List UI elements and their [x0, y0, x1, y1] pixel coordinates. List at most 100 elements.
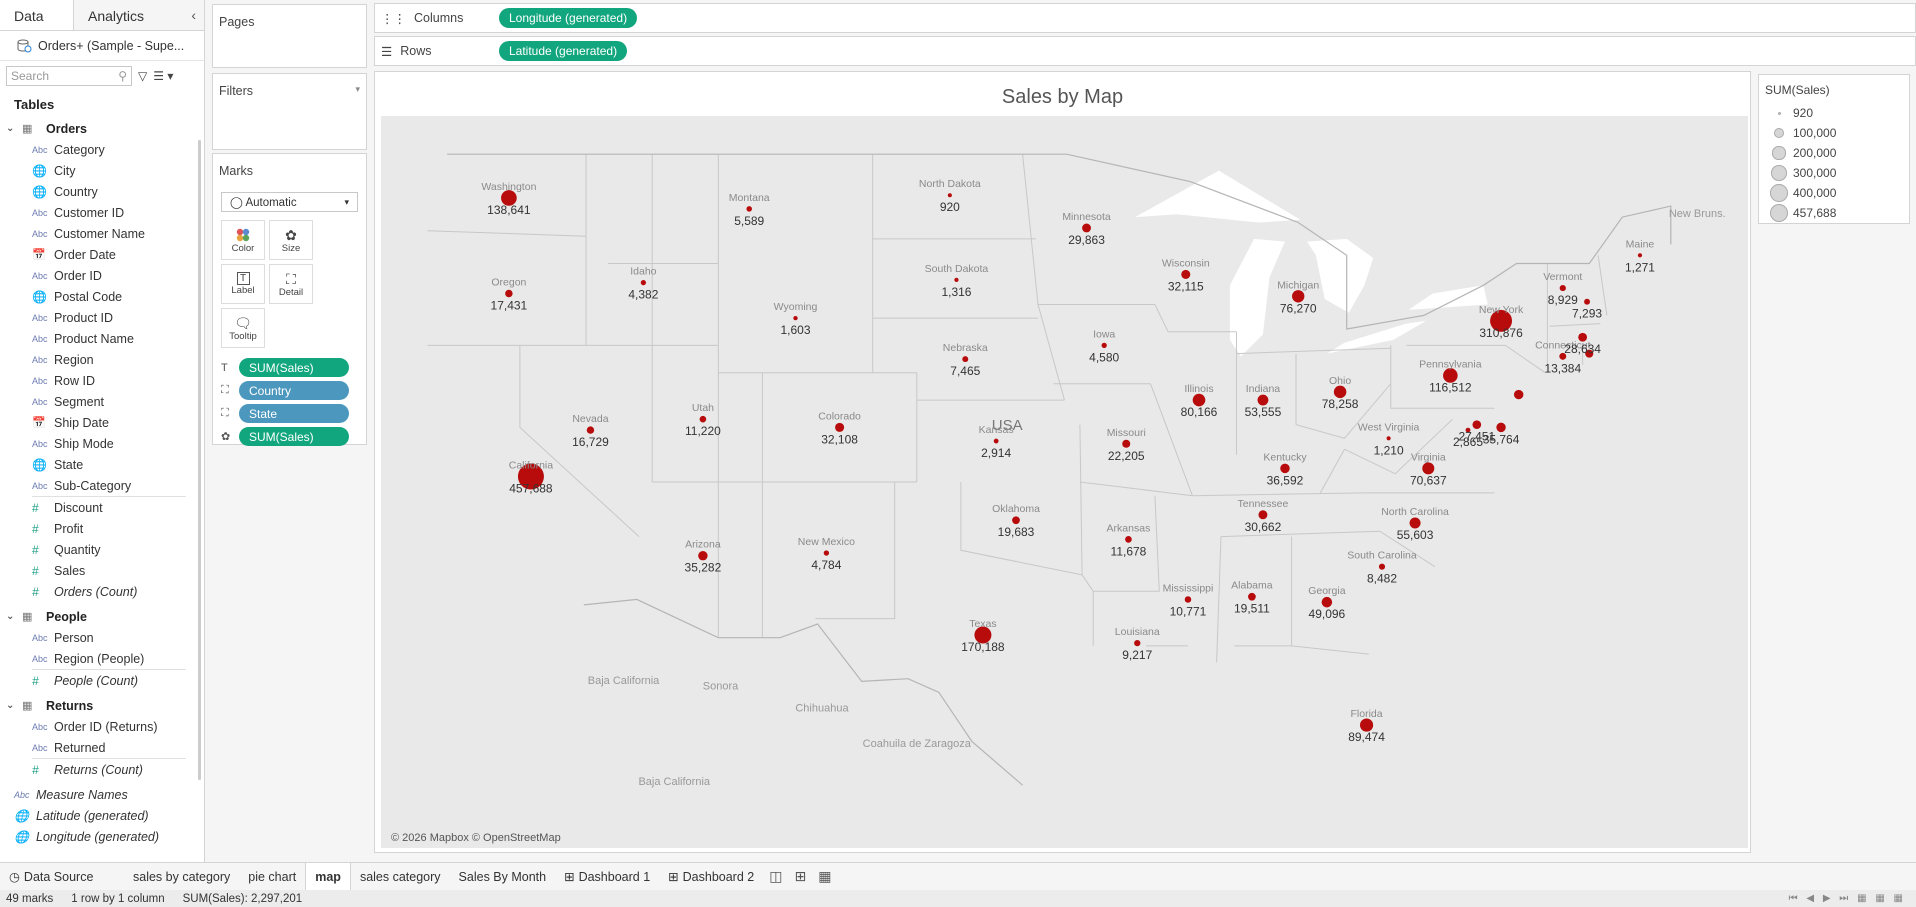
- state-mark-kentucky[interactable]: [1280, 463, 1290, 474]
- field-city[interactable]: 🌐 City: [0, 160, 204, 181]
- field-customer-id[interactable]: Abc Customer ID: [0, 202, 204, 223]
- sheet-tab-map[interactable]: map: [305, 862, 351, 891]
- rows-pill[interactable]: Latitude (generated): [499, 41, 628, 61]
- state-mark-north-dakota[interactable]: [947, 193, 952, 198]
- state-mark-arizona[interactable]: [698, 551, 708, 561]
- state-mark-alabama[interactable]: [1248, 592, 1256, 601]
- sheet-tab-sales-by-category[interactable]: sales by category: [124, 863, 239, 891]
- rows-shelf[interactable]: ☰ Rows Latitude (generated): [374, 36, 1916, 66]
- state-mark-tennessee[interactable]: [1258, 510, 1268, 520]
- state-mark-utah[interactable]: [699, 415, 707, 423]
- field-country[interactable]: 🌐 Country: [0, 181, 204, 202]
- map-attribution[interactable]: © 2026 Mapbox © OpenStreetMap: [391, 832, 561, 844]
- state-mark-colorado[interactable]: [835, 422, 845, 432]
- field-profit[interactable]: # Profit: [0, 518, 204, 539]
- field-ship-mode[interactable]: Abc Ship Mode: [0, 433, 204, 454]
- field-latitude-generated[interactable]: 🌐 Latitude (generated): [0, 805, 204, 826]
- field-discount[interactable]: # Discount: [0, 497, 204, 518]
- legend-item[interactable]: 100,000: [1759, 123, 1909, 143]
- pill-country[interactable]: Country: [239, 381, 349, 400]
- map-canvas[interactable]: USA Baja California Sonora Chihuahua Coahuil…: [381, 116, 1748, 848]
- tooltip-button[interactable]: 🗨 Tooltip: [221, 308, 265, 348]
- field-order-id-returns[interactable]: Abc Order ID (Returns): [0, 716, 204, 737]
- state-mark-georgia[interactable]: [1321, 596, 1333, 608]
- state-mark-montana[interactable]: [746, 206, 752, 212]
- field-sub-category[interactable]: Abc Sub-Category: [0, 475, 204, 496]
- state-mark-nevada[interactable]: [586, 426, 595, 434]
- label-button[interactable]: T Label: [221, 264, 265, 304]
- state-mark-north-carolina[interactable]: [1409, 517, 1421, 529]
- state-mark-minnesota[interactable]: [1082, 223, 1091, 233]
- field-row-id[interactable]: Abc Row ID: [0, 370, 204, 391]
- state-mark-nebraska[interactable]: [962, 356, 969, 363]
- state-mark-mississippi[interactable]: [1184, 596, 1192, 603]
- sheet-tab-sales-by-month[interactable]: Sales By Month: [450, 863, 556, 891]
- field-longitude-generated[interactable]: 🌐 Longitude (generated): [0, 826, 204, 847]
- field-returned[interactable]: Abc Returned: [0, 737, 204, 758]
- columns-shelf[interactable]: ⋮⋮ Columns Longitude (generated): [374, 3, 1916, 33]
- legend-item[interactable]: 400,000: [1759, 183, 1909, 203]
- collapse-pane-icon[interactable]: ‹: [183, 0, 204, 30]
- state-mark-oklahoma[interactable]: [1012, 516, 1020, 525]
- field-category[interactable]: Abc Category: [0, 139, 204, 160]
- field-product-id[interactable]: Abc Product ID: [0, 307, 204, 328]
- field-returns-count[interactable]: # Returns (Count): [0, 759, 204, 780]
- new-worksheet-icon[interactable]: ◫: [763, 868, 788, 885]
- state-mark-louisiana[interactable]: [1134, 640, 1141, 647]
- filter-icon[interactable]: ▽: [138, 69, 147, 83]
- search-field[interactable]: ⚲: [6, 66, 132, 86]
- map-svg[interactable]: USABaja California SonoraChihuahuaCoahuil…: [381, 116, 1748, 848]
- view-title[interactable]: Sales by Map: [375, 86, 1750, 109]
- size-legend[interactable]: SUM(Sales) 920 100,000 200,000 300,000 400,0…: [1758, 74, 1910, 224]
- color-button[interactable]: Color: [221, 220, 265, 260]
- field-sales[interactable]: # Sales: [0, 560, 204, 581]
- table-orders[interactable]: ⌄ ▦ Orders: [0, 118, 204, 139]
- sheet-tab-sales-category[interactable]: sales category: [351, 863, 450, 891]
- state-mark-arkansas[interactable]: [1125, 536, 1132, 543]
- pill-state[interactable]: State: [239, 404, 349, 423]
- table-returns[interactable]: ⌄ ▦ Returns: [0, 695, 204, 716]
- field-region[interactable]: Abc Region: [0, 349, 204, 370]
- view-options-icon[interactable]: ☰ ▾: [153, 69, 173, 83]
- search-input[interactable]: [11, 69, 107, 83]
- state-mark-wisconsin[interactable]: [1181, 269, 1191, 279]
- pill-sum-sales[interactable]: SUM(Sales): [239, 427, 349, 446]
- sheet-tab-pie-chart[interactable]: pie chart: [239, 863, 305, 891]
- field-person[interactable]: Abc Person: [0, 627, 204, 648]
- state-mark-delaware[interactable]: [1496, 422, 1506, 433]
- state-mark-oregon[interactable]: [505, 289, 513, 298]
- data-source-tab[interactable]: ◷ Data Source: [0, 863, 124, 891]
- tab-analytics[interactable]: Analytics: [74, 0, 158, 30]
- field-order-id[interactable]: Abc Order ID: [0, 265, 204, 286]
- state-mark-new-mexico[interactable]: [823, 550, 830, 556]
- state-mark-vermont[interactable]: [1559, 284, 1566, 292]
- state-mark-idaho[interactable]: [640, 279, 647, 286]
- state-mark-maryland[interactable]: [1472, 420, 1482, 429]
- state-mark-south-carolina[interactable]: [1378, 563, 1386, 570]
- legend-item[interactable]: 920: [1759, 103, 1909, 123]
- legend-item[interactable]: 200,000: [1759, 143, 1909, 163]
- new-dashboard-icon[interactable]: ⊞: [788, 868, 812, 885]
- detail-button[interactable]: ⛶ Detail: [269, 264, 313, 304]
- sheet-tab-dashboard-2[interactable]: ⊞ Dashboard 2: [659, 863, 763, 891]
- field-product-name[interactable]: Abc Product Name: [0, 328, 204, 349]
- field-customer-name[interactable]: Abc Customer Name: [0, 223, 204, 244]
- field-postal-code[interactable]: 🌐 Postal Code: [0, 286, 204, 307]
- mark-type-dropdown[interactable]: ◯ Automatic ▾: [221, 192, 358, 212]
- datasource-selector[interactable]: Orders+ (Sample - Supe...: [0, 31, 204, 61]
- field-state[interactable]: 🌐 State: [0, 454, 204, 475]
- sheet-navigation-icons[interactable]: ⏮ ◀ ▶ ⏭ ▦ ▦ ▦: [1789, 893, 1916, 904]
- field-segment[interactable]: Abc Segment: [0, 391, 204, 412]
- size-button[interactable]: ✿ Size: [269, 220, 313, 260]
- state-mark-new-hampshire[interactable]: [1584, 298, 1590, 305]
- filters-menu-icon[interactable]: ▾: [355, 84, 360, 98]
- filters-card[interactable]: Filters ▾: [212, 73, 367, 150]
- state-mark-maine[interactable]: [1637, 253, 1643, 258]
- field-order-date[interactable]: 📅 Order Date: [0, 244, 204, 265]
- state-mark-missouri[interactable]: [1122, 439, 1131, 448]
- state-mark-indiana[interactable]: [1257, 394, 1269, 406]
- sheet-tab-dashboard-1[interactable]: ⊞ Dashboard 1: [555, 863, 659, 891]
- field-orders-count[interactable]: # Orders (Count): [0, 581, 204, 602]
- tab-data[interactable]: Data: [0, 0, 74, 30]
- pane-scrollbar[interactable]: [198, 140, 201, 780]
